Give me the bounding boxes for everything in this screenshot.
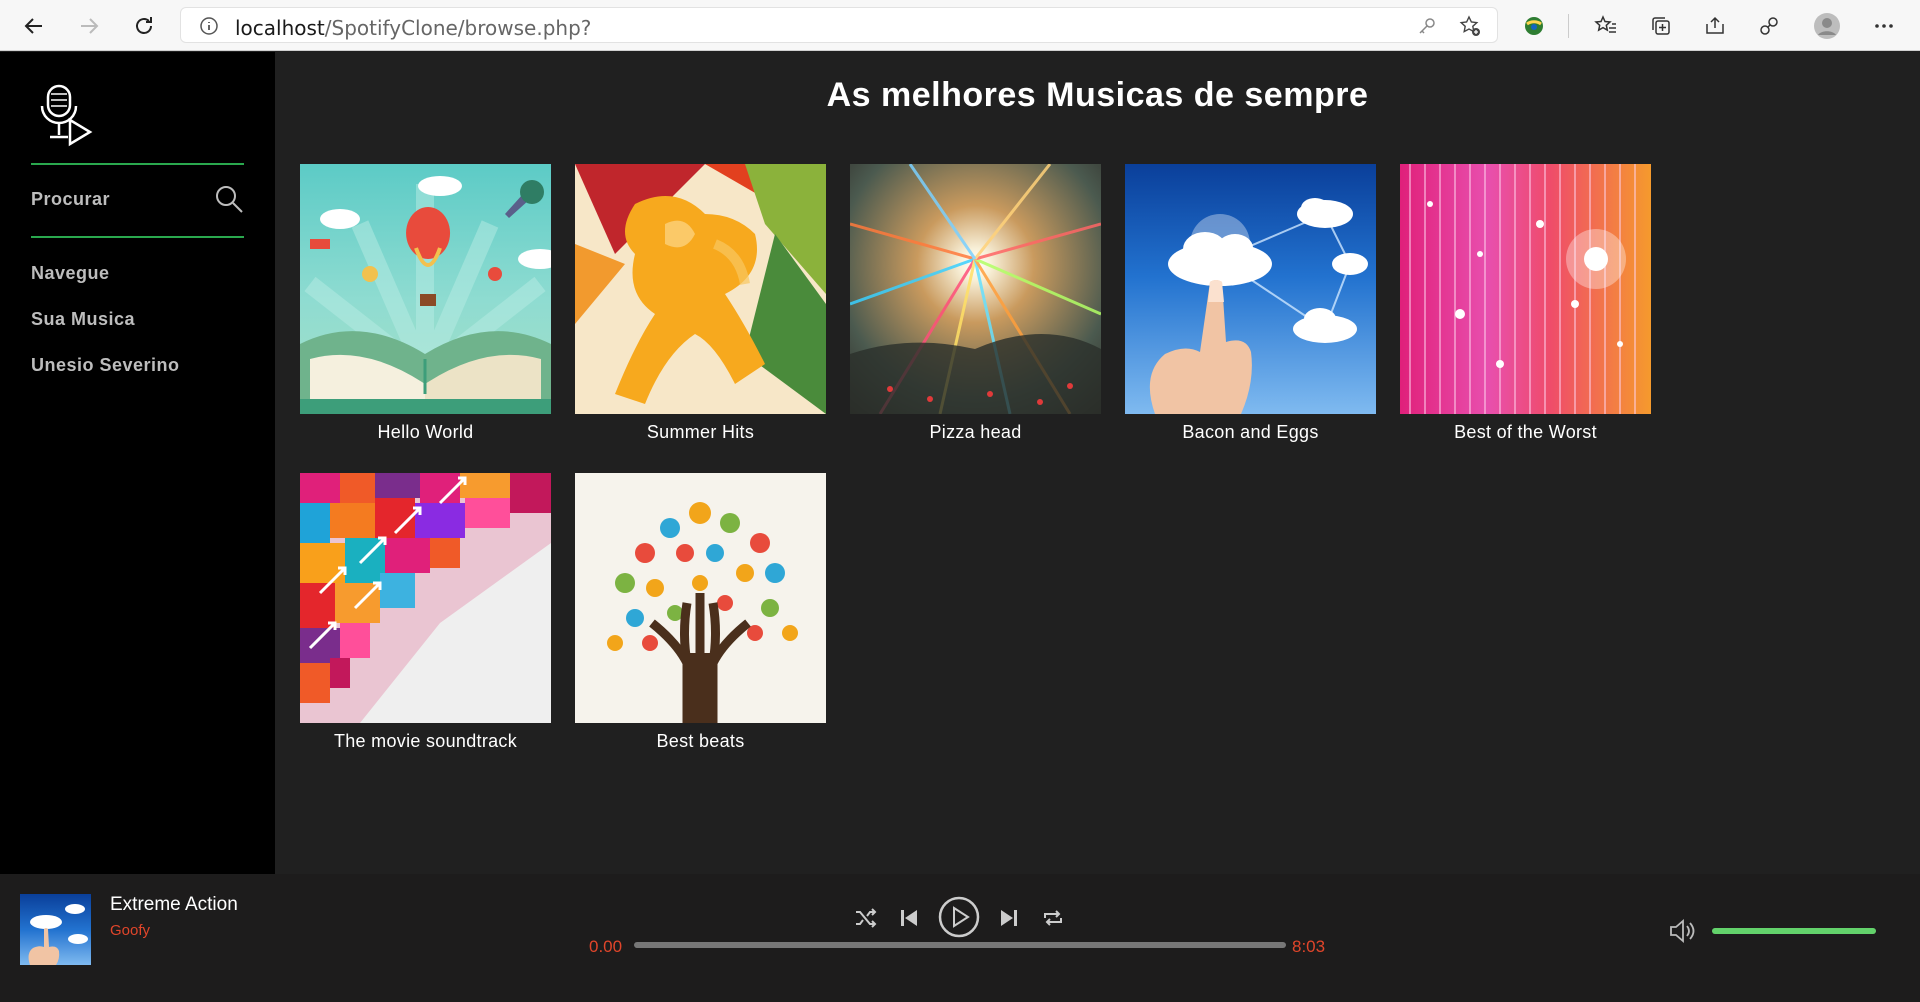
album-cover[interactable] xyxy=(850,164,1101,414)
repeat-icon[interactable] xyxy=(1039,904,1067,932)
page-title: As melhores Musicas de sempre xyxy=(826,76,1369,114)
album-title[interactable]: Best beats xyxy=(575,731,826,752)
extensions-icon[interactable] xyxy=(1755,12,1783,40)
browser-toolbar: localhost/SpotifyClone/browse.php? xyxy=(0,0,1920,51)
album-title[interactable]: The movie soundtrack xyxy=(300,731,551,752)
album-card[interactable]: Bacon and Eggs xyxy=(1125,164,1376,443)
album-title[interactable]: Hello World xyxy=(300,422,551,443)
now-playing-artist[interactable]: Goofy xyxy=(110,922,150,939)
key-icon[interactable] xyxy=(1417,16,1437,36)
search-link[interactable]: Procurar xyxy=(31,174,244,224)
more-icon[interactable] xyxy=(1870,12,1898,40)
now-playing-artwork[interactable] xyxy=(20,894,91,965)
album-title[interactable]: Summer Hits xyxy=(575,422,826,443)
progress-bar[interactable] xyxy=(634,942,1286,948)
shuffle-icon[interactable] xyxy=(852,904,880,932)
logo-icon[interactable] xyxy=(38,82,98,147)
sidebar-item-sua-musica[interactable]: Sua Musica xyxy=(31,309,135,330)
album-card[interactable]: Best beats xyxy=(575,473,826,752)
volume-icon[interactable] xyxy=(1667,916,1697,946)
album-card[interactable]: Pizza head xyxy=(850,164,1101,443)
album-card[interactable]: Summer Hits xyxy=(575,164,826,443)
url-path: /SpotifyClone/browse.php? xyxy=(324,16,592,40)
time-total: 8:03 xyxy=(1292,937,1326,956)
album-card[interactable]: The movie soundtrack xyxy=(300,473,551,752)
sidebar-item-navegue[interactable]: Navegue xyxy=(31,263,110,284)
album-cover[interactable] xyxy=(300,164,551,414)
album-title[interactable]: Pizza head xyxy=(850,422,1101,443)
reload-icon[interactable] xyxy=(130,12,158,40)
search-label: Procurar xyxy=(31,189,111,209)
next-icon[interactable] xyxy=(995,904,1023,932)
album-cover[interactable] xyxy=(1125,164,1376,414)
favorites-icon[interactable] xyxy=(1592,12,1620,40)
album-cover[interactable] xyxy=(1400,164,1651,414)
volume-fill xyxy=(1712,928,1876,934)
time-current: 0.00 xyxy=(589,937,623,956)
back-icon[interactable] xyxy=(20,12,48,40)
add-favorite-icon[interactable] xyxy=(1459,15,1481,37)
search-icon[interactable] xyxy=(214,184,244,214)
play-icon[interactable] xyxy=(938,896,980,938)
album-card[interactable]: Hello World xyxy=(300,164,551,443)
player-bar: Extreme Action Goofy 0.00 8:03 xyxy=(0,874,1920,1002)
share-icon[interactable] xyxy=(1701,12,1729,40)
extension-icon[interactable] xyxy=(1520,12,1548,40)
album-cover[interactable] xyxy=(575,473,826,723)
album-cover[interactable] xyxy=(575,164,826,414)
sidebar-divider xyxy=(31,236,244,238)
url-host: localhost xyxy=(235,16,325,40)
main-content: As melhores Musicas de sempre Hello Worl… xyxy=(275,52,1920,874)
address-bar[interactable]: localhost/SpotifyClone/browse.php? xyxy=(180,7,1498,43)
album-card[interactable]: Best of the Worst xyxy=(1400,164,1651,443)
toolbar-divider xyxy=(1568,14,1569,38)
profile-avatar[interactable] xyxy=(1813,12,1841,40)
previous-icon[interactable] xyxy=(895,904,923,932)
info-icon[interactable] xyxy=(199,16,219,36)
url-text: localhost/SpotifyClone/browse.php? xyxy=(235,16,591,40)
collections-icon[interactable] xyxy=(1647,12,1675,40)
forward-icon[interactable] xyxy=(75,12,103,40)
sidebar-item-user[interactable]: Unesio Severino xyxy=(31,355,180,376)
sidebar: Procurar Navegue Sua Musica Unesio Sever… xyxy=(0,52,275,874)
album-title[interactable]: Best of the Worst xyxy=(1400,422,1651,443)
now-playing-title[interactable]: Extreme Action xyxy=(110,894,238,916)
album-title[interactable]: Bacon and Eggs xyxy=(1125,422,1376,443)
sidebar-divider xyxy=(31,163,244,165)
album-cover[interactable] xyxy=(300,473,551,723)
volume-slider[interactable] xyxy=(1712,928,1876,934)
